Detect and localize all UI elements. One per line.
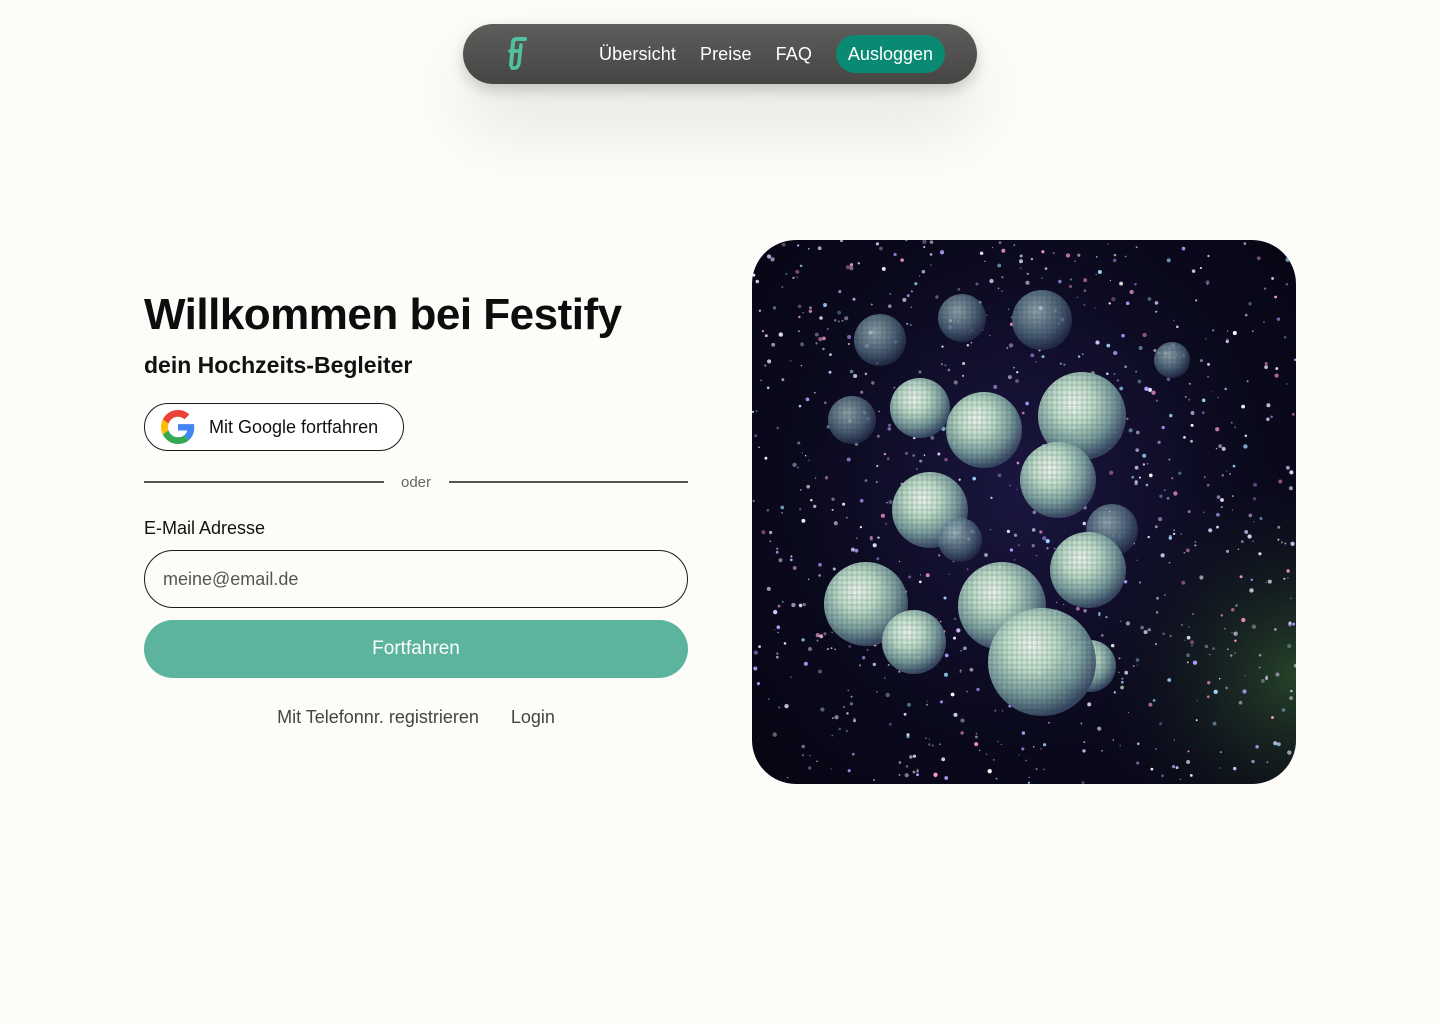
email-label: E-Mail Adresse <box>144 518 266 538</box>
nav-link-pricing[interactable]: Preise <box>700 44 752 65</box>
page-subtitle: dein Hochzeits-Begleiter <box>144 352 413 378</box>
google-icon <box>161 410 195 444</box>
nav-link-overview[interactable]: Übersicht <box>599 44 676 65</box>
divider-text: oder <box>400 474 432 491</box>
phone-register-link[interactable]: Mit Telefonnr. registrieren <box>277 707 479 728</box>
festify-logo-icon[interactable] <box>503 36 533 72</box>
top-navigation: Übersicht Preise FAQ Ausloggen <box>463 24 977 84</box>
nav-link-faq[interactable]: FAQ <box>776 44 812 65</box>
divider-line-right <box>449 481 688 483</box>
login-link[interactable]: Login <box>511 707 555 728</box>
nav-links: Übersicht Preise FAQ Ausloggen <box>599 24 945 84</box>
google-signin-button[interactable]: Mit Google fortfahren <box>144 403 404 451</box>
email-input[interactable] <box>144 550 688 608</box>
page-title: Willkommen bei Festify <box>144 290 622 339</box>
google-signin-label: Mit Google fortfahren <box>209 416 379 437</box>
alternative-links: Mit Telefonnr. registrieren Login <box>144 707 688 728</box>
logout-button[interactable]: Ausloggen <box>835 35 945 73</box>
continue-button[interactable]: Fortfahren <box>144 620 688 678</box>
divider-line-left <box>144 481 384 483</box>
disco-balls-image <box>752 240 1296 784</box>
